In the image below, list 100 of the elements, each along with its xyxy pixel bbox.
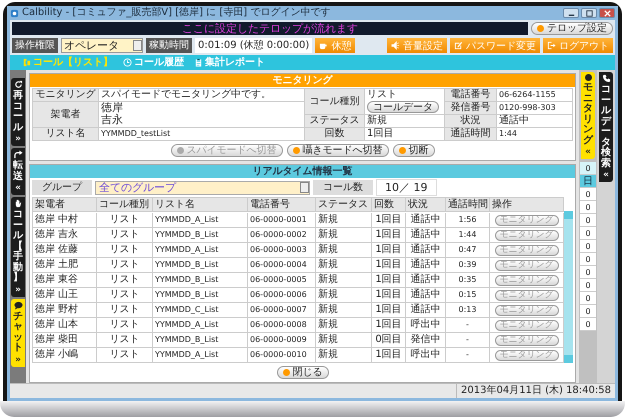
table-cell: リスト: [97, 348, 153, 363]
mode-button[interactable]: 切断: [392, 144, 434, 157]
count-cell: 0: [580, 305, 596, 318]
table-cell: 新規: [316, 288, 372, 303]
column-header: リスト名: [153, 198, 248, 212]
count-cell: 0: [580, 240, 596, 253]
panel-title: モニタリング: [30, 74, 575, 87]
call-count: 10／ 19: [376, 179, 436, 196]
table-cell: 徳岸 吉永: [33, 228, 97, 243]
telop-settings-button[interactable]: テロップ設定: [531, 22, 613, 34]
close-icon: [602, 8, 612, 18]
table-cell: YYMMDD_B_List: [153, 228, 248, 243]
double-arrow: «: [15, 184, 21, 193]
toolbar-button[interactable]: 音量設定: [387, 38, 447, 53]
double-arrow: »: [15, 135, 21, 144]
field-label: モニタリング: [33, 89, 99, 102]
call-data-button[interactable]: コールデータ: [367, 101, 439, 113]
count-cell: 0: [580, 214, 596, 227]
clock-icon: [123, 58, 132, 67]
count-cell: 0: [580, 227, 596, 240]
toolbar-button[interactable]: パスワード変更: [450, 38, 540, 53]
refresh-icon: [14, 80, 22, 89]
table-cell: 徳岸 中村: [33, 213, 97, 228]
table-cell: 通話中: [406, 288, 446, 303]
field-value: YYMMDD_testList: [99, 128, 305, 141]
table-cell: 通話中: [406, 213, 446, 228]
curved-arrow-icon: [14, 150, 22, 159]
status-datetime: 2013年04月11日 (木) 18:40:58: [456, 384, 615, 398]
side-tab[interactable]: 再コール »: [11, 78, 25, 146]
field-value: 06-6264-1155: [497, 89, 573, 102]
field-label: 通話時間: [445, 128, 497, 141]
count-header: 日: [580, 175, 596, 188]
group-label: グループ: [32, 180, 92, 195]
table-cell: 06-0000-0001: [248, 213, 316, 228]
column-header: 回数: [372, 198, 406, 212]
group-select[interactable]: 全てのグループ: [95, 180, 310, 194]
table-cell: 06-0000-0006: [248, 288, 316, 303]
toolbar-button[interactable]: ログアウト: [543, 38, 613, 53]
maximize-button[interactable]: [581, 8, 597, 18]
table-cell: 0:39: [446, 258, 490, 273]
side-tab[interactable]: モニタリング «: [581, 72, 595, 159]
field-label: 架電者: [33, 102, 99, 128]
table-cell: 1回目: [372, 288, 406, 303]
nav-tab[interactable]: コール【リスト】: [22, 56, 113, 68]
table-cell: 徳岸 柴田: [33, 333, 97, 348]
telop-banner: ここに設定したテロップが流れます: [12, 22, 528, 34]
double-arrow: »: [15, 286, 21, 294]
table-cell: リスト: [97, 333, 153, 348]
table-cell: 1回目: [372, 228, 406, 243]
table-cell: 06-0000-0005: [248, 273, 316, 288]
table-cell: 0回目: [372, 333, 406, 348]
role-select[interactable]: オペレータ: [61, 38, 143, 53]
double-arrow: «: [585, 148, 591, 157]
table-cell: 通話中: [406, 243, 446, 258]
column-header: 電話番号: [248, 198, 316, 212]
close-panel-button[interactable]: 閉じる: [276, 366, 328, 379]
table-cell: 呼出中: [406, 348, 446, 363]
table-cell: -: [446, 348, 490, 363]
table-cell: YYMMDD_B_List: [153, 333, 248, 348]
nav-tab[interactable]: 集計レポート: [194, 56, 265, 68]
count-cell: 0: [580, 266, 596, 279]
table-cell: リスト: [97, 318, 153, 333]
table-cell: -: [446, 318, 490, 333]
table-cell: -: [446, 333, 490, 348]
table-cell: YYMMDD_B_List: [153, 273, 248, 288]
toolbar-button[interactable]: 休憩: [315, 38, 356, 53]
table-cell: 1回目: [372, 243, 406, 258]
nav-tab[interactable]: コール履歴: [123, 56, 184, 68]
table-cell: リスト: [97, 288, 153, 303]
table-cell: 徳岸 小嶋: [33, 348, 97, 363]
table-cell: 1回目: [372, 303, 406, 318]
table-cell: 発信中: [406, 333, 446, 348]
table-cell: 06-0000-0007: [248, 303, 316, 318]
table-cell: 新規: [316, 333, 372, 348]
column-header: 通話時間: [446, 198, 490, 212]
minimize-button[interactable]: [563, 8, 579, 18]
field-label: 回数: [305, 128, 365, 141]
scrollbar[interactable]: [564, 211, 573, 363]
table-cell: 新規: [316, 273, 372, 288]
field-value: リスト: [367, 89, 397, 101]
work-time: 0:01:09 (休憩 0:00:00): [195, 38, 312, 53]
table-cell: 0:35: [446, 273, 490, 288]
side-tab[interactable]: チャット »: [11, 298, 25, 366]
table-cell: リスト: [97, 258, 153, 273]
table-cell: 06-0000-0009: [248, 333, 316, 348]
table-cell: YYMMDD_A_List: [153, 348, 248, 363]
field-label: 発信番号: [445, 102, 497, 115]
double-arrow: «: [603, 171, 609, 180]
side-tab[interactable]: コール【手動】 »: [11, 197, 25, 296]
table-cell: 新規: [316, 348, 372, 363]
close-button[interactable]: [599, 8, 615, 18]
speaker-icon: [391, 41, 400, 50]
double-arrow: »: [15, 356, 21, 364]
side-tab[interactable]: 転送 «: [11, 148, 25, 195]
field-label: コール種別: [305, 89, 365, 115]
field-value: スパイモードでモニタリング中です。: [99, 89, 305, 102]
mode-button[interactable]: 囁きモードへ切替: [286, 144, 388, 157]
side-tab[interactable]: コールデータ検索 «: [599, 72, 613, 182]
count-cell: 0: [580, 188, 596, 201]
maximize-icon: [584, 8, 594, 18]
